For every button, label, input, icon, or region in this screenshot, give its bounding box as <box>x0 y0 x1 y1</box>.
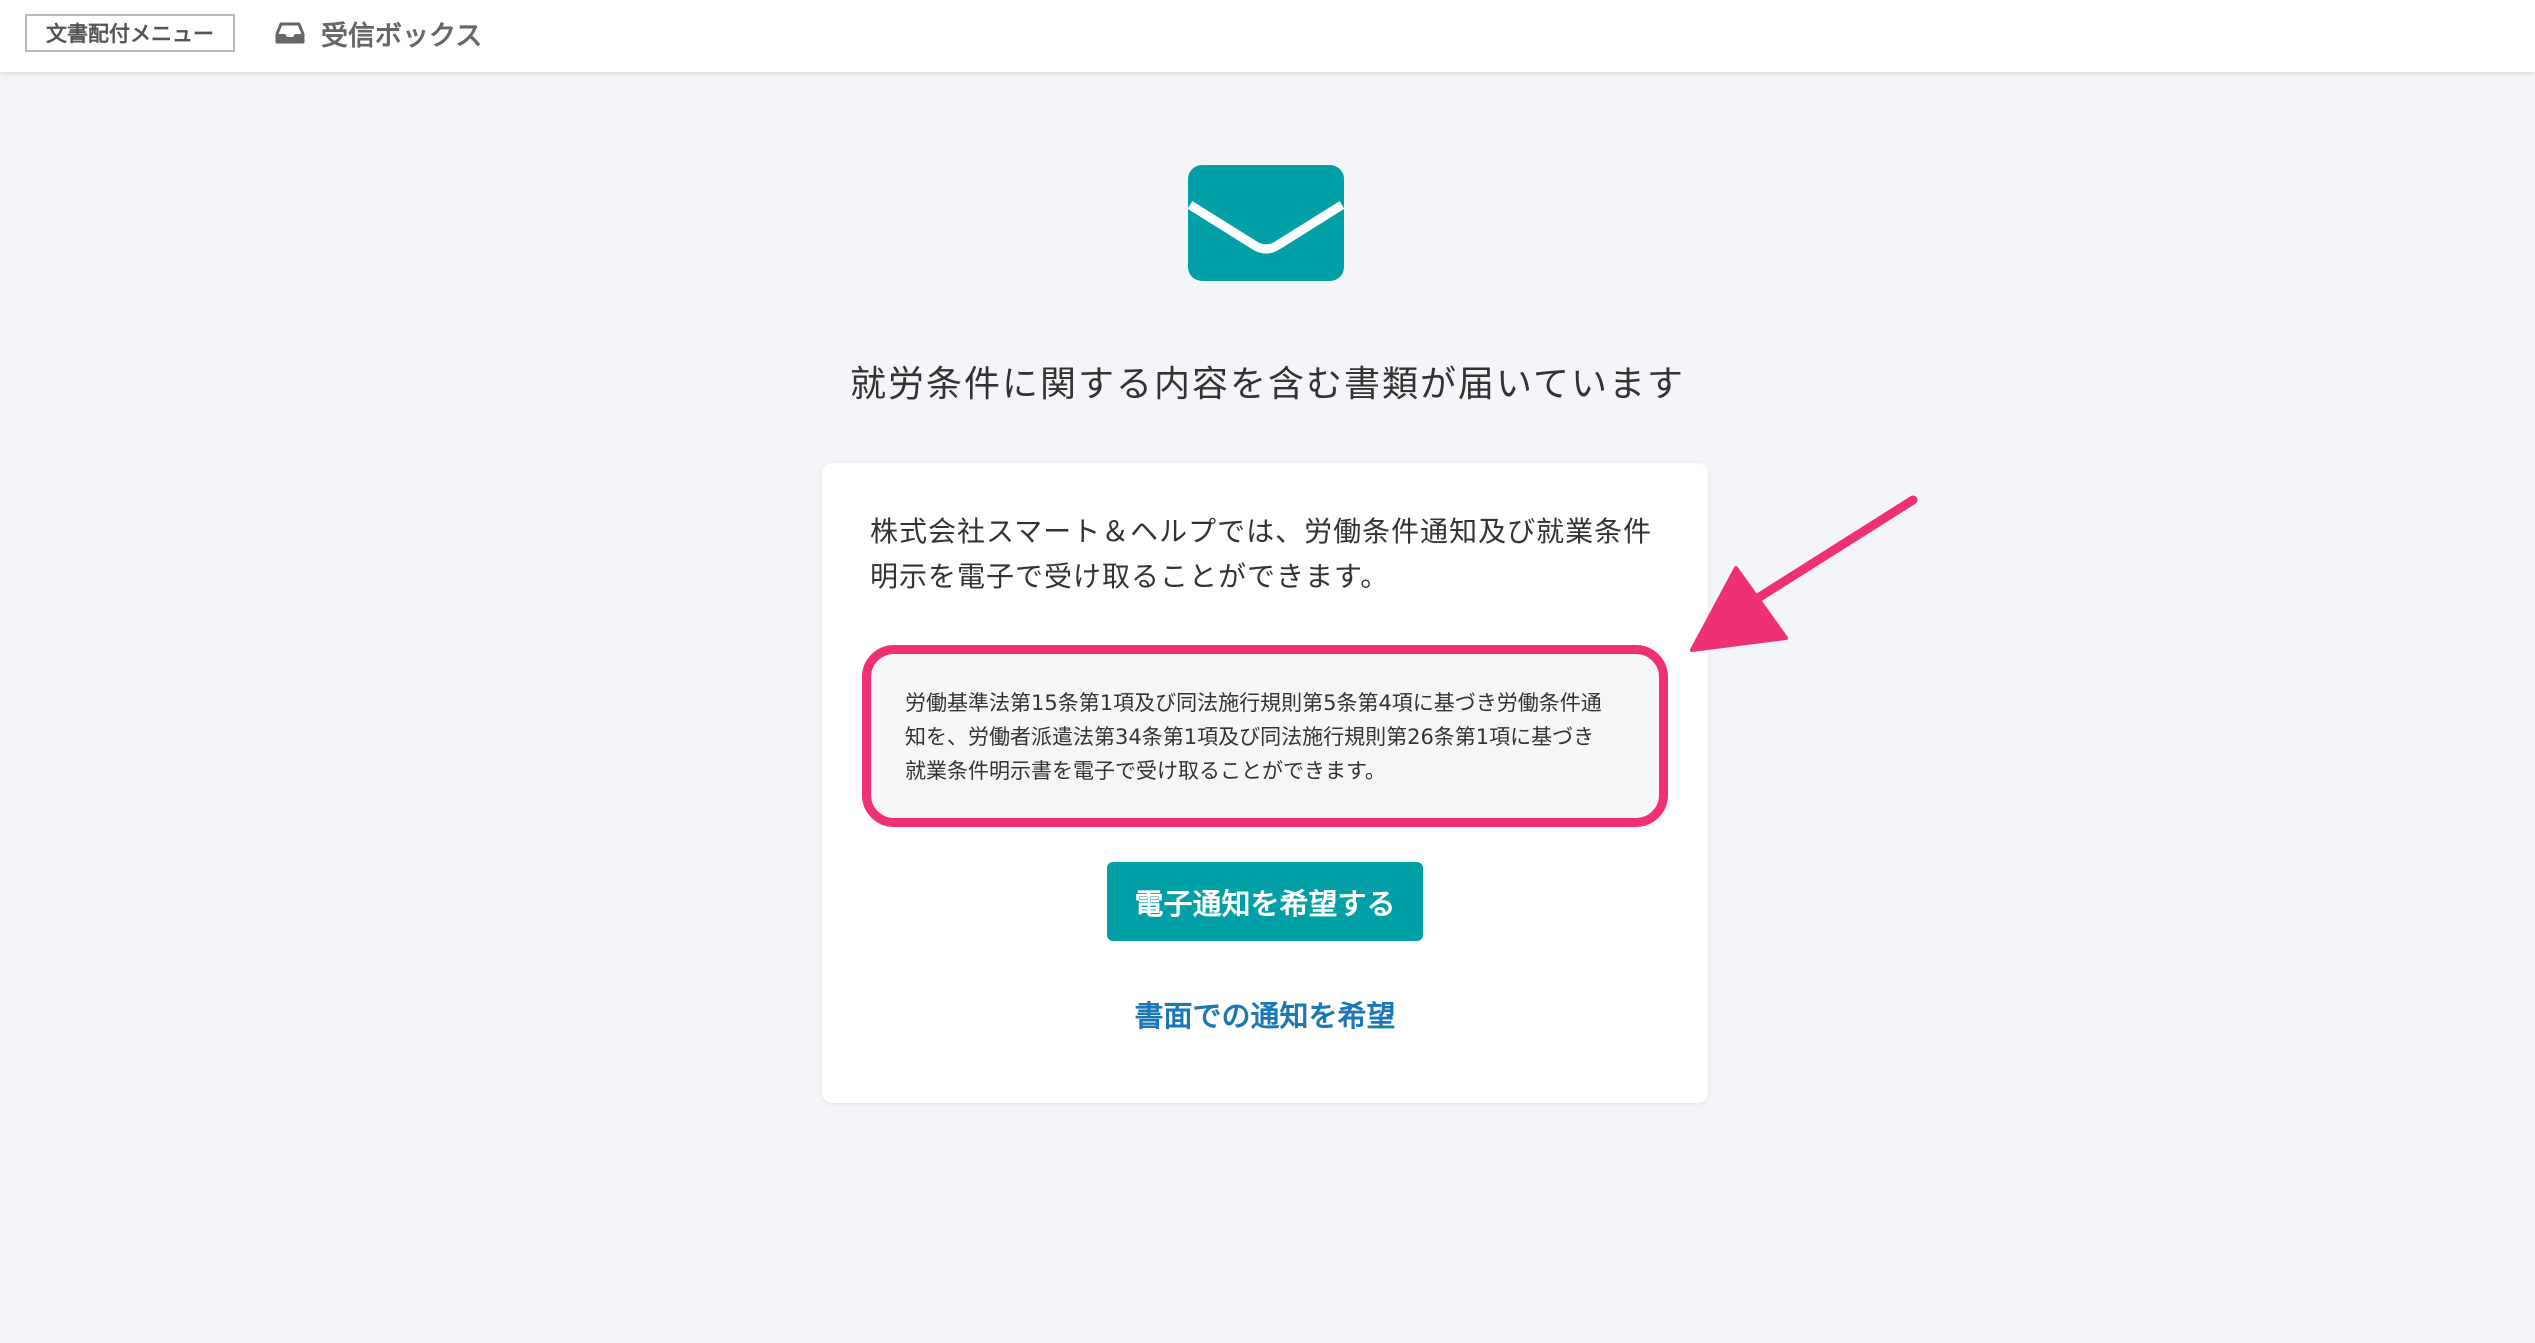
intro-text: 株式会社スマート＆ヘルプでは、労働条件通知及び就業条件明示を電子で受け取ることが… <box>870 515 1653 593</box>
legal-notice-line: 労働基準法第15条第1項及び同法施行規則第5条第4項に基づき労働条件通 <box>905 691 1602 715</box>
notification-card: 株式会社スマート＆ヘルプでは、労働条件通知及び就業条件明示を電子で受け取ることが… <box>822 463 1708 1103</box>
inbox-label: 受信ボックス <box>321 20 483 52</box>
inbox-nav-link[interactable]: 受信ボックス <box>275 13 482 53</box>
envelope-icon <box>1188 165 1344 281</box>
electronic-notice-button[interactable]: 電子通知を希望する <box>1107 862 1423 941</box>
legal-notice-line: 知を、労働者派遣法第34条第1項及び同法施行規則第26条第1項に基づき <box>905 725 1595 749</box>
annotation-arrow <box>1690 495 1918 652</box>
legal-notice-line: 就業条件明示書を電子で受け取ることができます。 <box>905 759 1386 783</box>
inbox-icon <box>275 22 305 44</box>
document-menu-button[interactable]: 文書配付メニュー <box>25 14 235 52</box>
page-headline: 就労条件に関する内容を含む書類が届いています <box>850 364 1685 405</box>
top-bar: 文書配付メニュー 受信ボックス <box>0 0 2535 72</box>
document-menu-label: 文書配付メニュー <box>46 22 214 46</box>
paper-notice-link[interactable]: 書面での通知を希望 <box>822 993 1708 1035</box>
legal-notice-box: 労働基準法第15条第1項及び同法施行規則第5条第4項に基づき労働条件通 知を、労… <box>862 645 1668 827</box>
legal-notice-text: 労働基準法第15条第1項及び同法施行規則第5条第4項に基づき労働条件通 知を、労… <box>905 686 1645 788</box>
